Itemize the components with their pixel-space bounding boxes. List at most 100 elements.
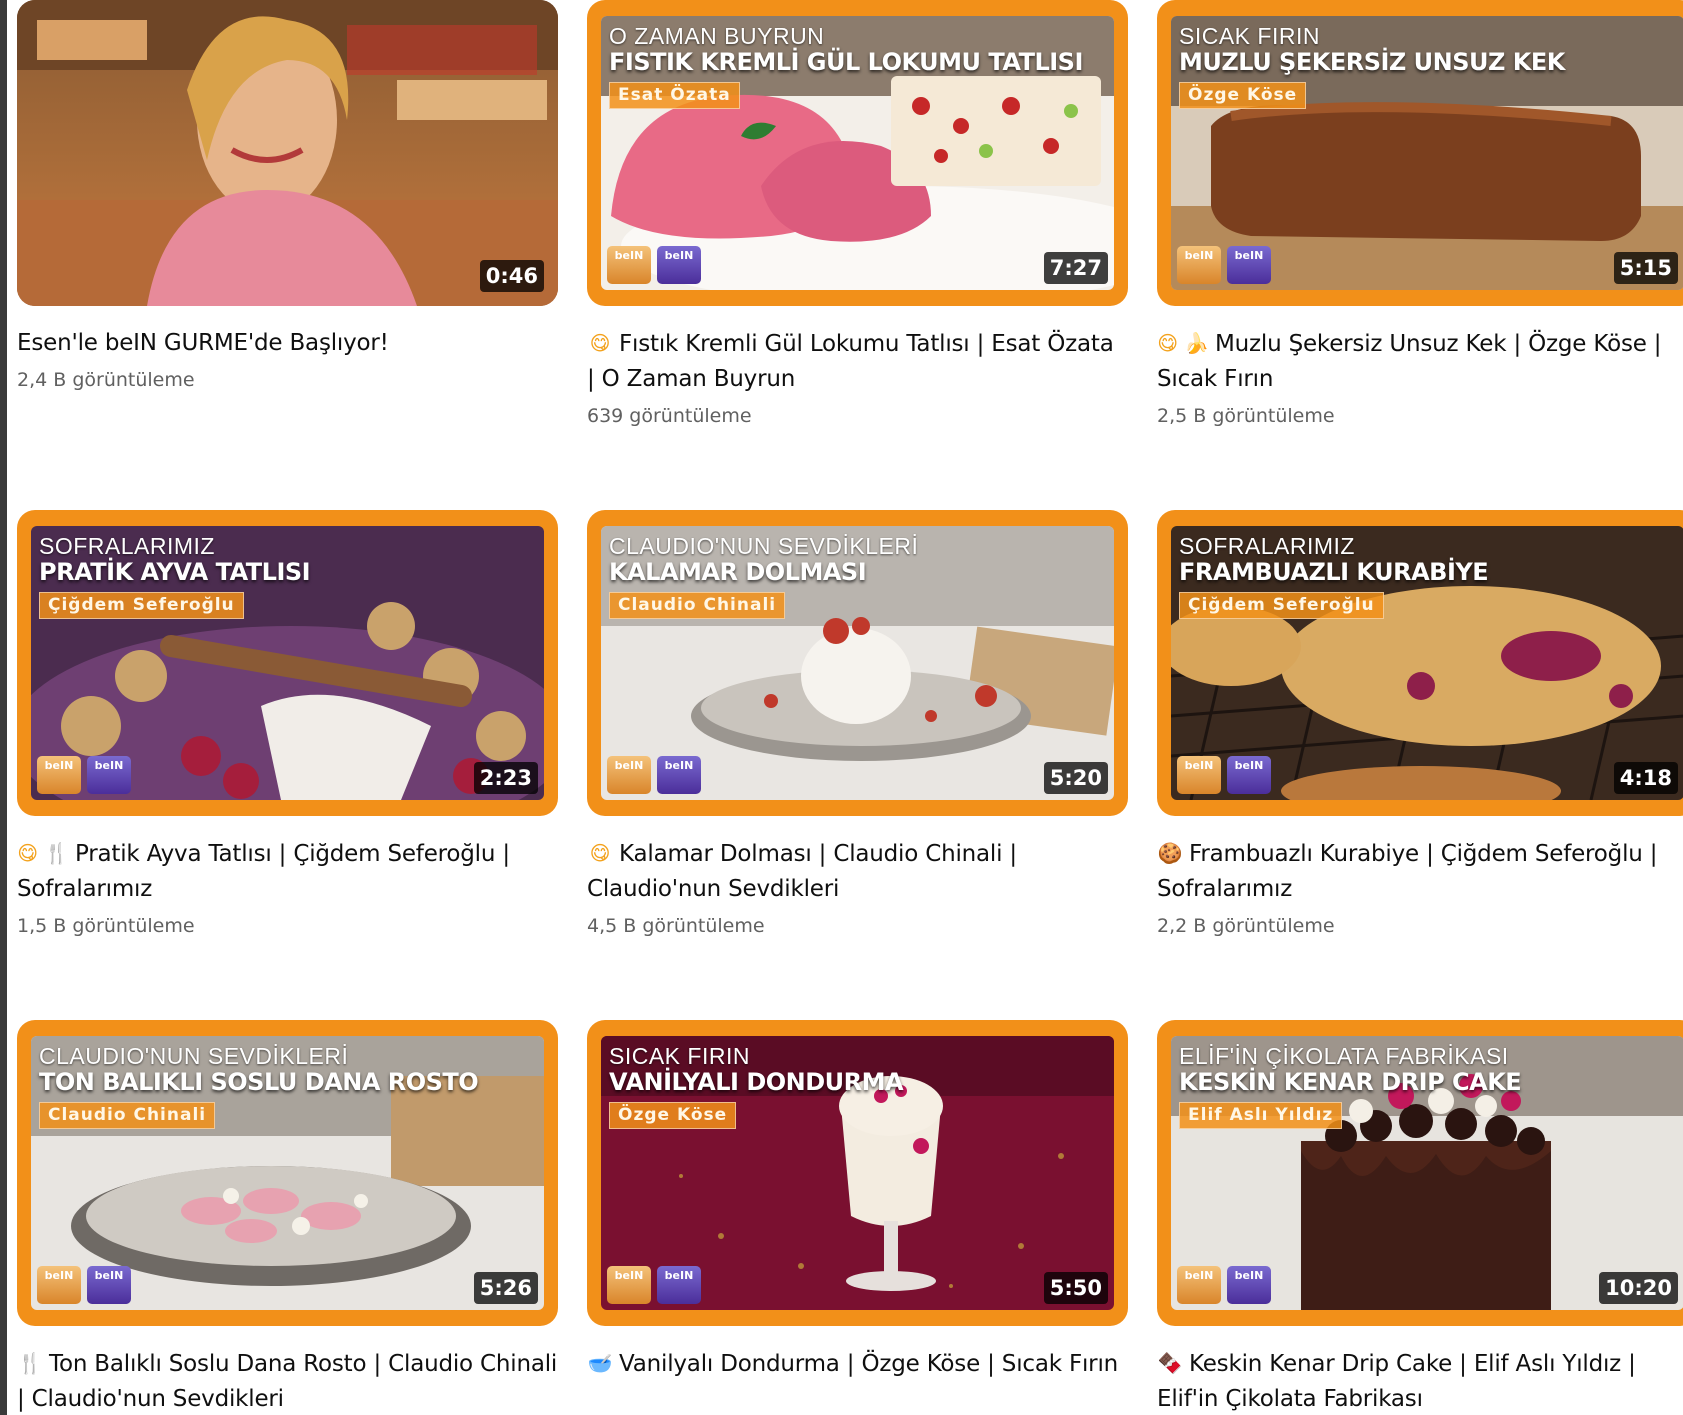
thumbnail-host: Çiğdem Seferoğlu — [1179, 592, 1384, 619]
video-card[interactable]: CLAUDIO'NUN SEVDİKLERİ TON BALIKLI SOSLU… — [17, 1020, 558, 1415]
thumbnail-show-name: CLAUDIO'NUN SEVDİKLERİ — [609, 533, 919, 559]
video-title-link[interactable]: 😋 Kalamar Dolması | Claudio Chinali | Cla… — [587, 836, 1128, 907]
thumbnail-host: Özge Köse — [1179, 82, 1307, 109]
thumbnail-headline: FRAMBUAZLI KURABİYE — [1179, 558, 1489, 586]
video-card[interactable]: ELİF'İN ÇİKOLATA FABRİKASI KESKİN KENAR … — [1157, 1020, 1683, 1415]
video-thumbnail[interactable]: CLAUDIO'NUN SEVDİKLERİ KALAMAR DOLMASI C… — [587, 510, 1128, 816]
video-title-text: Frambuazlı Kurabiye | Çiğdem Seferoğlu |… — [1157, 841, 1658, 902]
window-edge — [0, 0, 7, 1415]
view-count: 4,5 B görüntüleme — [587, 915, 765, 937]
view-count: 2,2 B görüntüleme — [1157, 915, 1335, 937]
cutlery-emoji-icon: 🍴 — [17, 1351, 43, 1375]
video-card[interactable]: SOFRALARIMIZ PRATİK AYVA TATLISI Çiğdem … — [17, 510, 558, 937]
video-duration: 5:15 — [1613, 252, 1678, 284]
video-duration: 10:20 — [1599, 1272, 1678, 1304]
video-title-text: Keskin Kenar Drip Cake | Elif Aslı Yıldı… — [1157, 1351, 1636, 1412]
channel-logos: beIN beIN — [37, 756, 131, 794]
view-count: 2,4 B görüntüleme — [17, 369, 195, 391]
cookie-emoji-icon: 🍪 — [1157, 841, 1183, 865]
video-thumbnail[interactable]: 0:46 — [17, 0, 558, 306]
video-thumbnail[interactable]: ELİF'İN ÇİKOLATA FABRİKASI KESKİN KENAR … — [1157, 1020, 1683, 1326]
video-title-link[interactable]: 😋 🍌 Muzlu Şekersiz Unsuz Kek | Özge Köse … — [1157, 326, 1683, 397]
thumbnail-headline: PRATİK AYVA TATLISI — [39, 558, 311, 586]
video-card[interactable]: O ZAMAN BUYRUN FISTIK KREMLİ GÜL LOKUMU … — [587, 0, 1128, 427]
channel-logos: beIN beIN — [37, 1266, 131, 1304]
video-duration: 5:26 — [473, 1272, 538, 1304]
channel-logos: beIN beIN — [607, 246, 701, 284]
thumbnail-headline: MUZLU ŞEKERSİZ UNSUZ KEK — [1179, 48, 1565, 76]
video-card[interactable]: SICAK FIRIN VANİLYALI DONDURMA Özge Köse… — [587, 1020, 1128, 1390]
video-card[interactable]: SOFRALARIMIZ FRAMBUAZLI KURABİYE Çiğdem … — [1157, 510, 1683, 937]
bein-gurme-logo: beIN — [607, 246, 651, 284]
video-duration: 2:23 — [473, 762, 538, 794]
yum-cutlery-emoji-icon: 😋 🍴 — [17, 841, 69, 865]
thumbnail-host: Esat Özata — [609, 82, 740, 109]
bein-connect-logo: beIN — [1227, 246, 1271, 284]
video-card[interactable]: CLAUDIO'NUN SEVDİKLERİ KALAMAR DOLMASI C… — [587, 510, 1128, 937]
bein-gurme-logo: beIN — [607, 756, 651, 794]
video-duration: 5:50 — [1043, 1272, 1108, 1304]
bein-connect-logo: beIN — [657, 246, 701, 284]
channel-logos: beIN beIN — [607, 756, 701, 794]
video-title-link[interactable]: 😋 Fıstık Kremli Gül Lokumu Tatlısı | Esat… — [587, 326, 1128, 397]
thumbnail-host: Özge Köse — [609, 1102, 737, 1129]
bein-connect-logo: beIN — [657, 1266, 701, 1304]
bein-connect-logo: beIN — [657, 756, 701, 794]
view-count: 639 görüntüleme — [587, 405, 752, 427]
thumbnail-headline: TON BALIKLI SOSLU DANA ROSTO — [39, 1068, 479, 1096]
video-title-link[interactable]: 🍪 Frambuazlı Kurabiye | Çiğdem Seferoğlu … — [1157, 836, 1683, 907]
bein-gurme-logo: beIN — [1177, 246, 1221, 284]
video-title-link[interactable]: 🥣 Vanilyalı Dondurma | Özge Köse | Sıcak … — [587, 1346, 1128, 1382]
thumbnail-show-name: SOFRALARIMIZ — [39, 533, 215, 559]
bein-gurme-logo: beIN — [37, 756, 81, 794]
bein-gurme-logo: beIN — [607, 1266, 651, 1304]
video-title-text: Fıstık Kremli Gül Lokumu Tatlısı | Esat … — [587, 331, 1114, 392]
yum-emoji-icon: 😋 — [589, 331, 611, 355]
video-title-text: Kalamar Dolması | Claudio Chinali | Clau… — [587, 841, 1017, 902]
thumbnail-show-name: SOFRALARIMIZ — [1179, 533, 1355, 559]
thumbnail-host: Claudio Chinali — [39, 1102, 216, 1129]
video-card[interactable]: SICAK FIRIN MUZLU ŞEKERSİZ UNSUZ KEK Özg… — [1157, 0, 1683, 427]
thumbnail-host: Claudio Chinali — [609, 592, 786, 619]
thumbnail-show-name: CLAUDIO'NUN SEVDİKLERİ — [39, 1043, 349, 1069]
thumbnail-headline: KALAMAR DOLMASI — [609, 558, 867, 586]
video-title-link[interactable]: Esen'le beIN GURME'de Başlıyor! — [17, 326, 558, 361]
channel-logos: beIN beIN — [607, 1266, 701, 1304]
video-title-text: Ton Balıklı Soslu Dana Rosto | Claudio C… — [17, 1351, 558, 1412]
video-duration: 0:46 — [479, 260, 544, 292]
bein-gurme-logo: beIN — [1177, 756, 1221, 794]
bein-connect-logo: beIN — [87, 1266, 131, 1304]
bein-gurme-logo: beIN — [1177, 1266, 1221, 1304]
thumbnail-image — [17, 0, 558, 306]
video-duration: 4:18 — [1613, 762, 1678, 794]
video-card[interactable]: 0:46 Esen'le beIN GURME'de Başlıyor! 2,4… — [17, 0, 558, 391]
thumbnail-host: Çiğdem Seferoğlu — [39, 592, 244, 619]
video-title-text: Pratik Ayva Tatlısı | Çiğdem Seferoğlu |… — [17, 841, 510, 902]
thumbnail-headline: KESKİN KENAR DRIP CAKE — [1179, 1068, 1522, 1096]
thumbnail-headline: VANİLYALI DONDURMA — [609, 1068, 904, 1096]
video-title-text: Vanilyalı Dondurma | Özge Köse | Sıcak F… — [619, 1351, 1119, 1377]
video-thumbnail[interactable]: SOFRALARIMIZ FRAMBUAZLI KURABİYE Çiğdem … — [1157, 510, 1683, 816]
thumbnail-show-name: O ZAMAN BUYRUN — [609, 23, 825, 49]
video-title-link[interactable]: 🍫 Keskin Kenar Drip Cake | Elif Aslı Yıld… — [1157, 1346, 1683, 1415]
video-duration: 7:27 — [1043, 252, 1108, 284]
bein-connect-logo: beIN — [1227, 756, 1271, 794]
video-thumbnail[interactable]: SICAK FIRIN MUZLU ŞEKERSİZ UNSUZ KEK Özg… — [1157, 0, 1683, 306]
video-thumbnail[interactable]: CLAUDIO'NUN SEVDİKLERİ TON BALIKLI SOSLU… — [17, 1020, 558, 1326]
video-thumbnail[interactable]: SOFRALARIMIZ PRATİK AYVA TATLISI Çiğdem … — [17, 510, 558, 816]
view-count: 2,5 B görüntüleme — [1157, 405, 1335, 427]
thumbnail-show-name: SICAK FIRIN — [1179, 23, 1320, 49]
video-thumbnail[interactable]: SICAK FIRIN VANİLYALI DONDURMA Özge Köse… — [587, 1020, 1128, 1326]
video-title-link[interactable]: 😋 🍴 Pratik Ayva Tatlısı | Çiğdem Seferoğl… — [17, 836, 558, 907]
yum-emoji-icon: 😋 — [589, 841, 611, 865]
thumbnail-show-name: SICAK FIRIN — [609, 1043, 750, 1069]
channel-logos: beIN beIN — [1177, 756, 1271, 794]
video-thumbnail[interactable]: O ZAMAN BUYRUN FISTIK KREMLİ GÜL LOKUMU … — [587, 0, 1128, 306]
channel-logos: beIN beIN — [1177, 1266, 1271, 1304]
view-count: 1,5 B görüntüleme — [17, 915, 195, 937]
video-title-link[interactable]: 🍴 Ton Balıklı Soslu Dana Rosto | Claudio … — [17, 1346, 558, 1415]
channel-logos: beIN beIN — [1177, 246, 1271, 284]
video-duration: 5:20 — [1043, 762, 1108, 794]
thumbnail-host: Elif Aslı Yıldız — [1179, 1102, 1343, 1129]
thumbnail-show-name: ELİF'İN ÇİKOLATA FABRİKASI — [1179, 1043, 1509, 1069]
